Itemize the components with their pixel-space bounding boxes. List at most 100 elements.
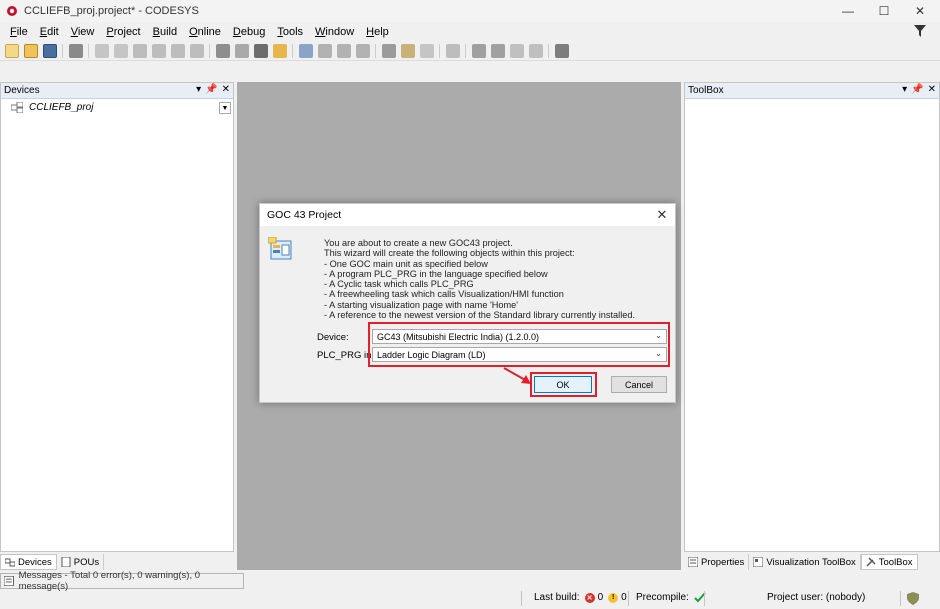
panel-close-icon[interactable]: ✕ xyxy=(222,84,230,95)
menu-view[interactable]: View xyxy=(65,26,101,38)
menu-window-label: indow xyxy=(325,25,355,38)
warning-count: 0 xyxy=(621,592,627,603)
menu-view-label: iew xyxy=(77,25,95,38)
devices-tab-icon xyxy=(5,558,15,567)
message-line: - A starting visualization page with nam… xyxy=(324,299,518,310)
filter-icon[interactable] xyxy=(914,25,926,37)
redo-icon[interactable] xyxy=(113,43,128,58)
new-project-icon[interactable] xyxy=(4,43,19,58)
tab-devices[interactable]: Devices xyxy=(0,554,57,570)
logout-icon[interactable] xyxy=(490,43,505,58)
visualization-tab-icon xyxy=(753,557,764,567)
project-tree-icon xyxy=(11,102,23,113)
menu-project-accel: P xyxy=(106,25,114,38)
tab-properties-label: Properties xyxy=(701,556,745,568)
warning-icon: ! xyxy=(608,592,619,603)
message-line: - A freewheeling task which calls Visual… xyxy=(324,289,564,300)
toolbox-bottom-tabs: Properties Visualization ToolBox ToolBox xyxy=(684,554,918,570)
cut-icon[interactable] xyxy=(132,43,147,58)
find-icon[interactable] xyxy=(215,43,230,58)
menu-file[interactable]: File xyxy=(4,26,34,38)
undo-icon[interactable] xyxy=(94,43,109,58)
menu-online[interactable]: Online xyxy=(183,26,227,38)
tab-properties[interactable]: Properties xyxy=(684,554,750,570)
status-separator xyxy=(900,591,901,606)
toolbar-separator xyxy=(465,43,466,58)
devices-panel-header: Devices ▾ 📌 ✕ xyxy=(1,83,233,99)
menu-edit[interactable]: Edit xyxy=(34,26,65,38)
panel-close-icon[interactable]: ✕ xyxy=(928,84,936,95)
print-icon[interactable] xyxy=(68,43,83,58)
message-line: - One GOC main unit as specified below xyxy=(324,258,488,269)
tree-item-project[interactable]: CCLIEFB_proj xyxy=(11,102,93,113)
login-icon[interactable] xyxy=(471,43,486,58)
pin-icon[interactable]: 📌 xyxy=(911,84,923,95)
close-window-button[interactable]: ✕ xyxy=(902,0,938,22)
tab-toolbox[interactable]: ToolBox xyxy=(860,554,918,570)
menu-tools[interactable]: Tools xyxy=(271,26,309,38)
goc43-project-dialog: GOC 43 Project ✕ You are about to create… xyxy=(259,203,676,403)
tab-visualization-toolbox-label: Visualization ToolBox xyxy=(766,556,856,568)
panel-dropdown-icon[interactable]: ▾ xyxy=(196,84,201,95)
menu-project-label: roject xyxy=(113,25,141,38)
menu-window[interactable]: Window xyxy=(309,26,360,38)
menu-file-accel: F xyxy=(10,25,17,38)
panel-dropdown-icon[interactable]: ▾ xyxy=(902,84,907,95)
tab-visualization-toolbox[interactable]: Visualization ToolBox xyxy=(749,554,861,570)
minimize-button[interactable]: — xyxy=(830,0,866,22)
find-next-icon[interactable] xyxy=(253,43,268,58)
devices-panel: Devices ▾ 📌 ✕ CCLIEFB_proj ▼ xyxy=(0,82,234,552)
tab-pous[interactable]: POUs xyxy=(56,554,105,570)
pin-icon[interactable]: 📌 xyxy=(205,84,217,95)
copy-icon[interactable] xyxy=(151,43,166,58)
menu-edit-label: dit xyxy=(47,25,59,38)
shield-icon[interactable] xyxy=(907,592,919,605)
delete-icon[interactable] xyxy=(189,43,204,58)
menu-tools-label: ools xyxy=(282,25,304,38)
precompile-status: Precompile: xyxy=(636,592,706,603)
messages-tab[interactable]: Messages - Total 0 error(s), 0 warning(s… xyxy=(0,570,244,592)
cancel-button[interactable]: Cancel xyxy=(611,376,667,393)
toolbox-panel-header: ToolBox ▾ 📌 ✕ xyxy=(685,83,939,99)
toolbox-tab-icon xyxy=(866,557,876,567)
maximize-button[interactable]: ☐ xyxy=(866,0,902,22)
find-in-project-icon[interactable] xyxy=(272,43,287,58)
dialog-close-button[interactable]: ✕ xyxy=(655,208,669,222)
menu-edit-accel: E xyxy=(39,25,48,38)
menu-debug[interactable]: Debug xyxy=(227,26,271,38)
menu-help[interactable]: Help xyxy=(360,26,395,38)
save-icon[interactable] xyxy=(42,43,57,58)
properties-icon[interactable] xyxy=(419,43,434,58)
red-pointer-arrow xyxy=(503,367,531,384)
bookmark-next-icon[interactable] xyxy=(336,43,351,58)
toolbox-panel-title: ToolBox xyxy=(688,85,724,96)
tab-devices-label: Devices xyxy=(18,556,52,568)
highlight-box-fields xyxy=(368,322,670,367)
message-line: You are about to create a new GOC43 proj… xyxy=(324,238,513,248)
devices-menu-dropdown[interactable]: ▼ xyxy=(219,102,231,114)
bookmark-prev-icon[interactable] xyxy=(317,43,332,58)
bookmark-icon[interactable] xyxy=(298,43,313,58)
devices-panel-title: Devices xyxy=(4,85,40,96)
paste-icon[interactable] xyxy=(170,43,185,58)
start-icon[interactable] xyxy=(509,43,524,58)
message-line: - A program PLC_PRG in the language spec… xyxy=(324,268,548,279)
bookmark-clear-icon[interactable] xyxy=(355,43,370,58)
error-icon: ✕ xyxy=(584,592,595,603)
device-icon[interactable] xyxy=(445,43,460,58)
message-line: - A reference to the newest version of t… xyxy=(324,310,636,321)
menu-project[interactable]: Project xyxy=(100,26,146,38)
stop-icon[interactable] xyxy=(528,43,543,58)
add-object-icon[interactable] xyxy=(400,43,415,58)
simulation-icon[interactable] xyxy=(554,43,569,58)
build-icon[interactable] xyxy=(381,43,396,58)
replace-icon[interactable] xyxy=(234,43,249,58)
menu-build[interactable]: Build xyxy=(147,26,183,38)
open-folder-icon[interactable] xyxy=(23,43,38,58)
title-bar: CCLIEFB_proj.project* - CODESYS — ☐ ✕ xyxy=(0,0,940,22)
tab-pous-label: POUs xyxy=(73,556,100,568)
language-label: PLC_PRG in: xyxy=(317,350,375,361)
menu-build-label: uild xyxy=(159,25,178,38)
menu-file-label: ile xyxy=(16,25,28,38)
message-line: - A Cyclic task which calls PLC_PRG xyxy=(324,279,474,290)
